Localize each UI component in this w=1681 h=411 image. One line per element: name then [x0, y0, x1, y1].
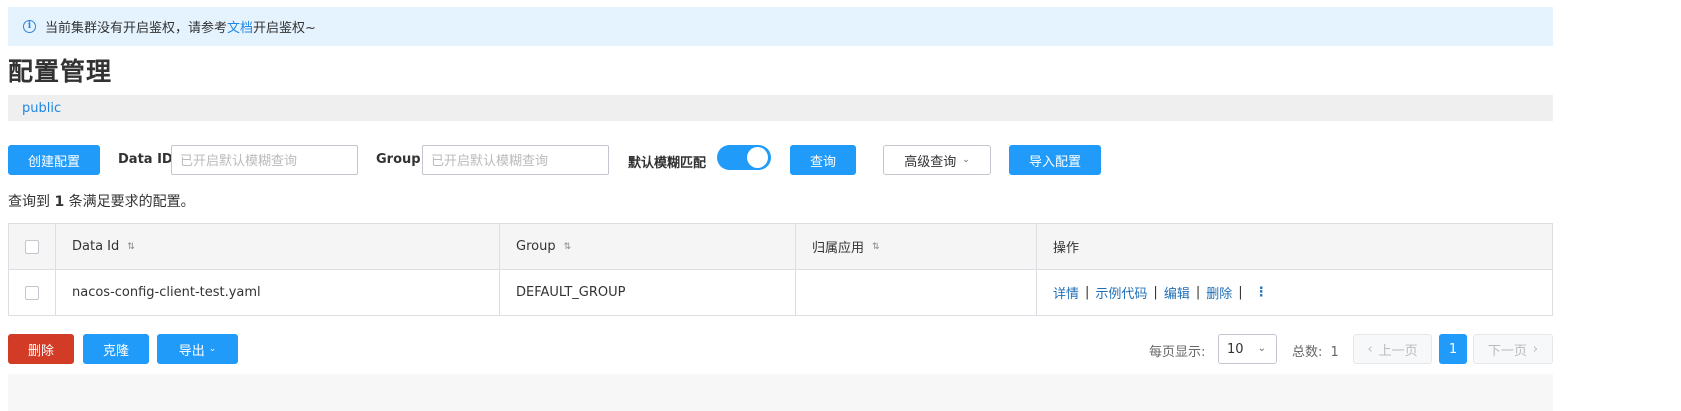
page-size-select[interactable]: 10 ⌄: [1218, 334, 1277, 364]
notice-doc-link[interactable]: 文档: [227, 17, 253, 36]
notice-text-suffix: 开启鉴权~: [253, 21, 316, 36]
header-checkbox-cell: [9, 224, 56, 269]
result-summary: 查询到 1 条满足要求的配置。: [8, 191, 195, 211]
table-row: nacos-config-client-test.yaml DEFAULT_GR…: [9, 270, 1552, 315]
config-table: Data Id ⇅ Group ⇅ 归属应用 ⇅ 操作 nacos-config…: [8, 223, 1553, 316]
group-label: Group: [376, 152, 421, 167]
chevron-down-icon: ⌄: [208, 344, 217, 354]
chevron-down-icon: ⌄: [962, 155, 970, 165]
row-group: DEFAULT_GROUP: [500, 270, 796, 315]
result-prefix: 查询到: [8, 194, 50, 210]
detail-link[interactable]: 详情: [1053, 283, 1079, 302]
table-header: Data Id ⇅ Group ⇅ 归属应用 ⇅ 操作: [9, 224, 1552, 270]
total-count: 1: [1330, 345, 1339, 360]
group-input[interactable]: [422, 145, 609, 175]
advanced-query-button[interactable]: 高级查询 ⌄: [883, 145, 991, 175]
prev-page-button[interactable]: ‹ 上一页: [1353, 334, 1432, 364]
namespace-bar: public: [8, 95, 1553, 121]
next-page-button[interactable]: 下一页 ›: [1473, 334, 1553, 364]
fuzzy-match-toggle[interactable]: [717, 145, 771, 170]
data-id-label: Data ID: [118, 152, 173, 167]
notice-text-prefix: 当前集群没有开启鉴权，请参考: [45, 21, 228, 36]
more-vertical-icon[interactable]: ⋮: [1255, 285, 1268, 300]
toggle-knob: [747, 147, 768, 168]
header-app-label: 归属应用: [812, 241, 865, 256]
auth-notice-banner: i 当前集群没有开启鉴权，请参考 文档 开启鉴权~: [8, 7, 1553, 46]
fuzzy-match-label: 默认模糊匹配: [628, 156, 707, 171]
next-page-label: 下一页: [1487, 343, 1527, 359]
page-size-value: 10: [1227, 341, 1244, 357]
export-label: 导出: [178, 343, 205, 359]
row-app: [796, 270, 1037, 315]
op-separator: |: [1085, 285, 1090, 300]
batch-delete-button[interactable]: 删除: [8, 334, 74, 364]
chevron-down-icon: ⌄: [1257, 343, 1266, 354]
op-separator: |: [1195, 285, 1201, 300]
header-app[interactable]: 归属应用 ⇅: [796, 224, 1037, 269]
clone-button[interactable]: 克隆: [83, 334, 149, 364]
header-ops-label: 操作: [1053, 241, 1080, 256]
page-size-label: 每页显示:: [1149, 345, 1206, 360]
page-number-1[interactable]: 1: [1439, 334, 1467, 364]
row-ops: 详情 | 示例代码 | 编辑 | 删除 | ⋮: [1037, 270, 1552, 315]
advanced-query-label: 高级查询: [904, 154, 957, 170]
chevron-right-icon: ›: [1532, 341, 1539, 357]
chevron-left-icon: ‹: [1367, 341, 1373, 357]
page-title: 配置管理: [8, 57, 113, 86]
row-checkbox-cell: [9, 270, 56, 315]
sort-icon[interactable]: ⇅: [564, 242, 572, 252]
edit-link[interactable]: 编辑: [1164, 283, 1190, 302]
total-label: 总数: 1: [1292, 341, 1339, 360]
sample-code-link[interactable]: 示例代码: [1095, 283, 1147, 302]
header-data-id[interactable]: Data Id ⇅: [56, 224, 500, 269]
import-config-button[interactable]: 导入配置: [1009, 145, 1101, 175]
delete-link[interactable]: 删除: [1206, 283, 1232, 302]
header-group[interactable]: Group ⇅: [500, 224, 796, 269]
create-config-button[interactable]: 创建配置: [8, 145, 100, 175]
query-button[interactable]: 查询: [790, 145, 856, 175]
row-data-id: nacos-config-client-test.yaml: [56, 270, 500, 315]
prev-page-label: 上一页: [1378, 343, 1418, 359]
header-data-id-label: Data Id: [72, 239, 120, 254]
row-checkbox[interactable]: [25, 285, 39, 300]
data-id-input[interactable]: [171, 145, 358, 175]
info-icon: i: [23, 20, 36, 33]
footer-strip: [8, 374, 1553, 411]
export-button[interactable]: 导出 ⌄: [157, 334, 238, 364]
sort-icon[interactable]: ⇅: [127, 242, 135, 252]
select-all-checkbox[interactable]: [25, 239, 39, 254]
total-label-text: 总数:: [1292, 345, 1323, 360]
result-suffix: 条满足要求的配置。: [68, 194, 195, 210]
header-group-label: Group: [516, 239, 556, 254]
header-ops: 操作: [1037, 224, 1552, 269]
sort-icon[interactable]: ⇅: [872, 242, 880, 252]
result-count: 1: [54, 194, 65, 210]
namespace-public[interactable]: public: [22, 101, 61, 116]
op-separator: |: [1238, 285, 1243, 300]
op-separator: |: [1153, 285, 1158, 300]
